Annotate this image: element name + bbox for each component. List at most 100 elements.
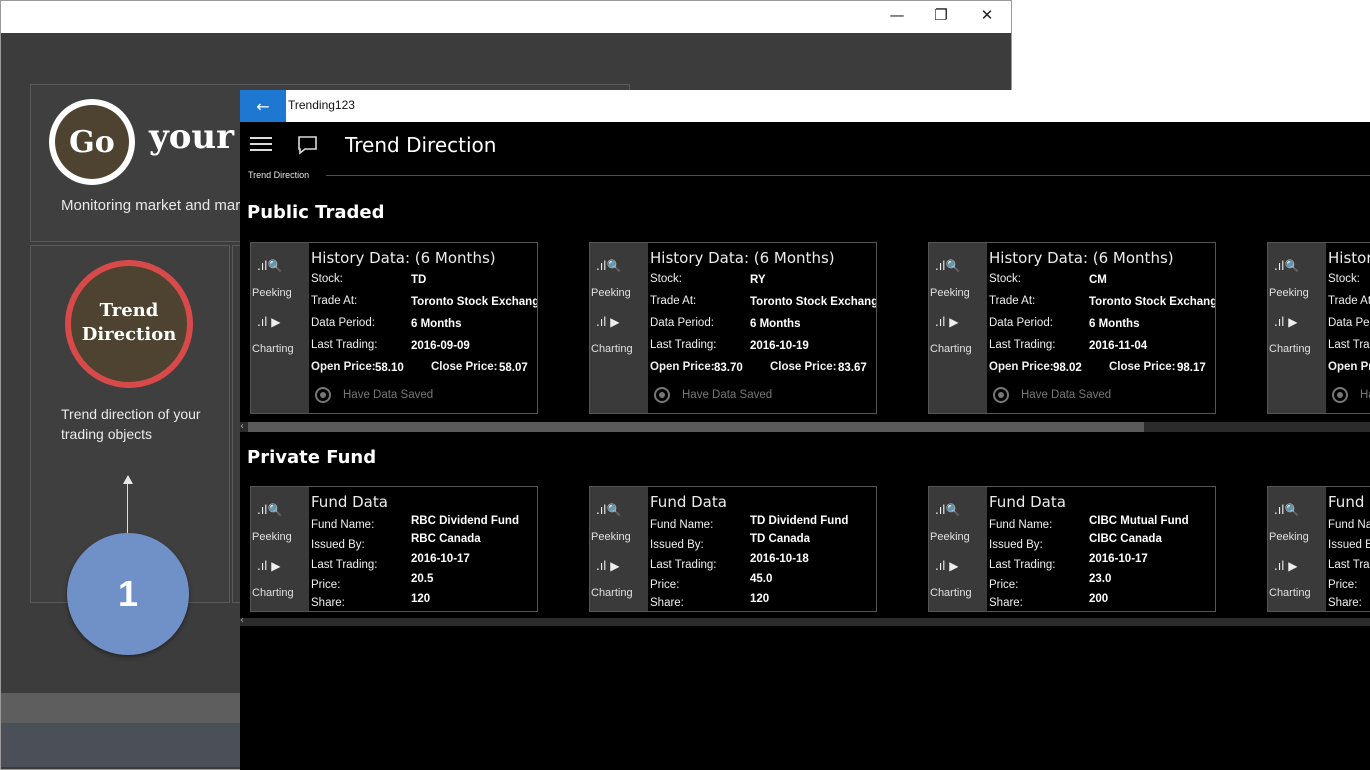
card-content: History Data: (6 Months) Stock: RY Trade…	[648, 243, 876, 413]
card-content: Fund Data Fund Name: TD Dividend Fund Is…	[648, 487, 876, 611]
price-value: 20.5	[411, 573, 434, 585]
chart-play-icon[interactable]: .ıl ▶	[1274, 315, 1298, 329]
page-title: Trend Direction	[345, 133, 497, 157]
chart-search-icon[interactable]: .ıl🔍	[1274, 259, 1299, 273]
card-content: Fund Data Fund Name: Issued By: Last Tra…	[1326, 487, 1370, 611]
chart-search-icon[interactable]: .ıl🔍	[1274, 503, 1299, 517]
data-saved-radio[interactable]	[315, 387, 331, 403]
fund-card[interactable]: .ıl🔍 Peeking .ıl ▶ Charting Fund Data Fu…	[1267, 486, 1370, 612]
chart-search-icon[interactable]: .ıl🔍	[257, 259, 282, 273]
charting-label[interactable]: Charting	[1269, 343, 1311, 355]
public-scrollbar[interactable]: ‹	[240, 421, 1370, 432]
public-card[interactable]: .ıl🔍 Peeking .ıl ▶ Charting History Data…	[1267, 242, 1370, 414]
chart-play-icon[interactable]: .ıl ▶	[257, 559, 281, 573]
card-side-panel: .ıl🔍 Peeking .ıl ▶ Charting	[590, 487, 648, 611]
chart-play-icon[interactable]: .ıl ▶	[596, 559, 620, 573]
period-value: 6 Months	[1089, 318, 1140, 330]
scroll-left-icon[interactable]: ‹	[240, 421, 244, 432]
last-trading-value: 2016-10-19	[750, 340, 809, 352]
price-label: Price:	[989, 579, 1019, 591]
charting-label[interactable]: Charting	[930, 587, 972, 599]
minimize-button[interactable]: —	[875, 1, 919, 29]
stock-label: Stock:	[311, 273, 343, 285]
peeking-label[interactable]: Peeking	[1269, 531, 1309, 543]
chart-play-icon[interactable]: .ıl ▶	[935, 559, 959, 573]
peeking-label[interactable]: Peeking	[252, 531, 292, 543]
trend-direction-badge[interactable]: Trend Direction	[65, 260, 193, 388]
fund-name-label: Fund Name:	[650, 519, 714, 531]
charting-label[interactable]: Charting	[252, 587, 294, 599]
chart-play-icon[interactable]: .ıl ▶	[596, 315, 620, 329]
card-title: History Data: (6 Months)	[311, 249, 496, 267]
charting-label[interactable]: Charting	[252, 343, 294, 355]
chart-play-icon[interactable]: .ıl ▶	[257, 315, 281, 329]
last-trading-label: Last Trading:	[1328, 339, 1370, 351]
private-scrollbar[interactable]: ‹	[240, 615, 1370, 626]
charting-label[interactable]: Charting	[591, 343, 633, 355]
last-trading-value: 2016-09-09	[411, 340, 470, 352]
stock-value: RY	[750, 274, 766, 286]
period-label: Data Period:	[650, 317, 714, 329]
peeking-label[interactable]: Peeking	[1269, 287, 1309, 299]
restore-button[interactable]: ❐	[919, 1, 963, 29]
open-price-label: Open Price:	[1328, 361, 1370, 373]
data-saved-radio[interactable]	[654, 387, 670, 403]
share-label: Share:	[1328, 597, 1362, 609]
public-card[interactable]: .ıl🔍 Peeking .ıl ▶ Charting History Data…	[928, 242, 1216, 414]
trend-badge-line2: Direction	[81, 324, 177, 345]
issued-by-value: RBC Canada	[411, 533, 481, 545]
last-trading-label: Last Trading:	[311, 339, 378, 351]
close-button[interactable]: ✕	[965, 1, 1009, 29]
peeking-label[interactable]: Peeking	[930, 287, 970, 299]
restore-icon: ❐	[934, 6, 948, 24]
fund-card[interactable]: .ıl🔍 Peeking .ıl ▶ Charting Fund Data Fu…	[250, 486, 538, 612]
period-label: Data Period:	[311, 317, 375, 329]
chart-search-icon[interactable]: .ıl🔍	[935, 259, 960, 273]
arrow-up-icon	[123, 475, 133, 484]
card-side-panel: .ıl🔍 Peeking .ıl ▶ Charting	[251, 487, 309, 611]
peeking-label[interactable]: Peeking	[930, 531, 970, 543]
card-side-panel: .ıl🔍 Peeking .ıl ▶ Charting	[251, 243, 309, 413]
chart-play-icon[interactable]: .ıl ▶	[935, 315, 959, 329]
price-label: Price:	[1328, 579, 1358, 591]
chart-play-icon[interactable]: .ıl ▶	[1274, 559, 1298, 573]
chart-search-icon[interactable]: .ıl🔍	[596, 259, 621, 273]
charting-label[interactable]: Charting	[930, 343, 972, 355]
fund-name-value: CIBC Mutual Fund	[1089, 515, 1189, 527]
data-saved-label: Have Data Saved	[1021, 389, 1112, 401]
charting-label[interactable]: Charting	[1269, 587, 1311, 599]
card-title: History Data: (6 Months)	[989, 249, 1174, 267]
issued-by-value: TD Canada	[750, 533, 811, 545]
peeking-label[interactable]: Peeking	[591, 287, 631, 299]
data-saved-label: Have Data Saved	[343, 389, 434, 401]
back-button[interactable]: ←	[240, 90, 286, 122]
fund-card[interactable]: .ıl🔍 Peeking .ıl ▶ Charting Fund Data Fu…	[589, 486, 877, 612]
issued-by-label: Issued By:	[311, 539, 365, 551]
comment-icon[interactable]	[296, 134, 320, 156]
peeking-label[interactable]: Peeking	[591, 531, 631, 543]
card-side-panel: .ıl🔍 Peeking .ıl ▶ Charting	[590, 243, 648, 413]
close-price-value: 98.17	[1177, 362, 1206, 374]
scroll-left-icon[interactable]: ‹	[240, 615, 244, 626]
data-saved-radio[interactable]	[1332, 387, 1348, 403]
stock-value: TD	[411, 274, 427, 286]
share-label: Share:	[989, 597, 1023, 609]
monitoring-text: Monitoring market and mar	[61, 197, 241, 214]
data-saved-radio[interactable]	[993, 387, 1009, 403]
price-value: 23.0	[1089, 573, 1112, 585]
public-card[interactable]: .ıl🔍 Peeking .ıl ▶ Charting History Data…	[589, 242, 877, 414]
hamburger-menu-icon[interactable]	[250, 134, 272, 154]
public-card[interactable]: .ıl🔍 Peeking .ıl ▶ Charting History Data…	[250, 242, 538, 414]
public-scrollbar-thumb[interactable]	[248, 422, 1144, 432]
charting-label[interactable]: Charting	[591, 587, 633, 599]
price-label: Price:	[650, 579, 680, 591]
peeking-label[interactable]: Peeking	[252, 287, 292, 299]
card-title: Fund Data	[1328, 493, 1370, 511]
fund-card[interactable]: .ıl🔍 Peeking .ıl ▶ Charting Fund Data Fu…	[928, 486, 1216, 612]
issued-by-value: CIBC Canada	[1089, 533, 1162, 545]
issued-by-label: Issued By:	[650, 539, 704, 551]
chart-search-icon[interactable]: .ıl🔍	[935, 503, 960, 517]
trade-value: Toronto Stock Exchange	[750, 296, 877, 308]
chart-search-icon[interactable]: .ıl🔍	[257, 503, 282, 517]
chart-search-icon[interactable]: .ıl🔍	[596, 503, 621, 517]
